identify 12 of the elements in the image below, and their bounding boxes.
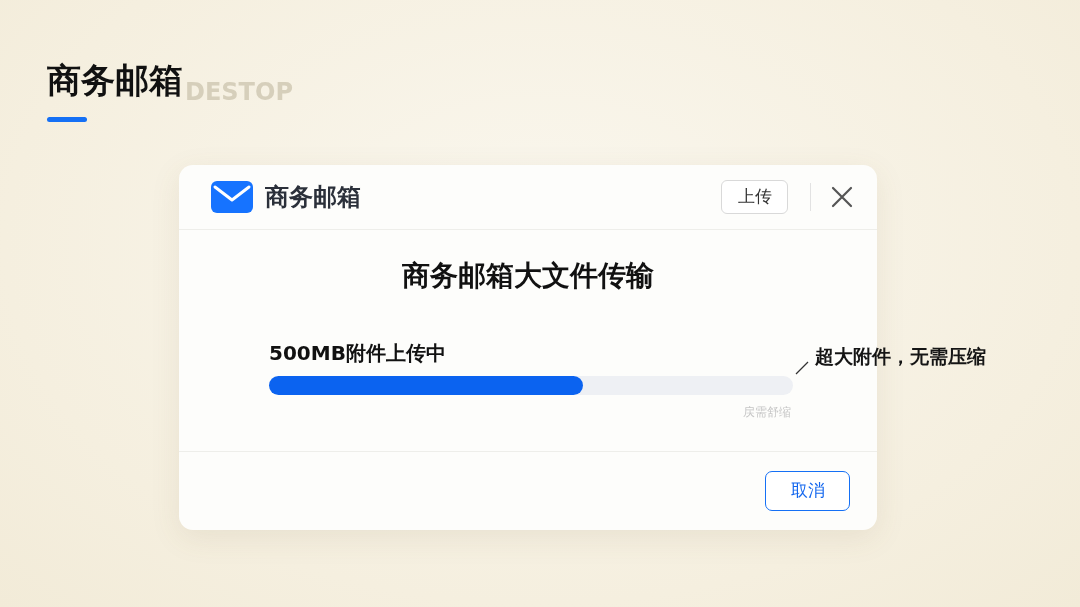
upload-status-label: 500MB附件上传中	[269, 340, 446, 366]
title-underline	[47, 117, 87, 122]
leader-line	[795, 361, 809, 375]
mail-icon	[211, 181, 253, 213]
cancel-button[interactable]: 取消	[765, 470, 850, 511]
callout-text: 超大附件，无需压缩	[815, 344, 986, 369]
page-title: 商务邮箱	[47, 59, 183, 102]
dialog-heading: 商务邮箱大文件传输	[402, 258, 654, 294]
close-button[interactable]	[831, 186, 853, 208]
app-name: 商务邮箱	[264, 182, 361, 213]
close-icon	[831, 186, 853, 208]
upload-button[interactable]: 上传	[721, 180, 788, 214]
